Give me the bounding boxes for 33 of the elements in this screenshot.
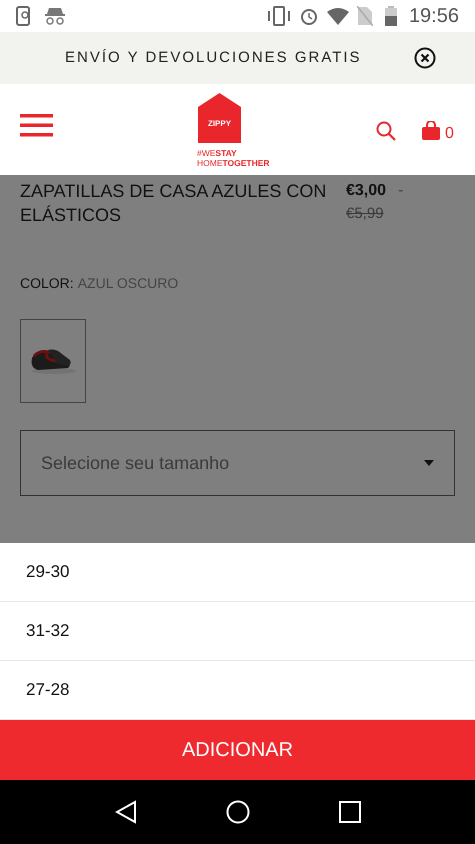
logo-house[interactable]: ZIPPY	[198, 93, 241, 143]
price: €3,00	[346, 181, 386, 201]
color-label: COLOR:	[20, 274, 74, 293]
tagline-text: HOMETOGETHER	[197, 158, 270, 168]
add-button[interactable]: ADICIONAR	[0, 720, 475, 780]
clock-time: 19:56	[408, 4, 459, 29]
size-option[interactable]: 31-32	[0, 602, 475, 661]
recents-icon[interactable]	[338, 801, 360, 823]
tagline-text: #WESTAY	[197, 148, 238, 158]
cart-count: 0	[445, 124, 454, 144]
logo-text: ZIPPY	[208, 118, 232, 130]
product-title: ZAPATILLAS DE CASA AZULES CON ELÁSTICOS	[20, 180, 328, 227]
old-price: €5,99	[346, 204, 385, 224]
incognito-icon	[44, 7, 66, 25]
back-icon[interactable]	[114, 800, 136, 824]
color-value: AZUL OSCURO	[78, 274, 178, 293]
banner-text: ENVÍO Y DEVOLUCIONES GRATIS	[65, 48, 362, 68]
battery-icon	[384, 6, 397, 26]
search-icon[interactable]	[376, 121, 396, 141]
home-icon[interactable]	[226, 800, 250, 824]
vibrate-icon	[266, 6, 291, 26]
color-swatch[interactable]	[20, 319, 86, 403]
wifi-icon	[326, 7, 349, 25]
alarm-icon	[298, 6, 319, 26]
shopping-bag-icon[interactable]	[422, 121, 440, 140]
select-placeholder: Selecione seu tamanho	[41, 452, 230, 474]
size-option[interactable]: 29-30	[0, 543, 475, 602]
close-icon[interactable]	[414, 47, 436, 69]
dropdown-arrow-icon	[424, 460, 434, 466]
price-separator: -	[398, 181, 404, 201]
menu-icon[interactable]	[20, 114, 53, 137]
phone-sync-icon	[16, 6, 32, 26]
no-sim-icon	[356, 6, 373, 26]
